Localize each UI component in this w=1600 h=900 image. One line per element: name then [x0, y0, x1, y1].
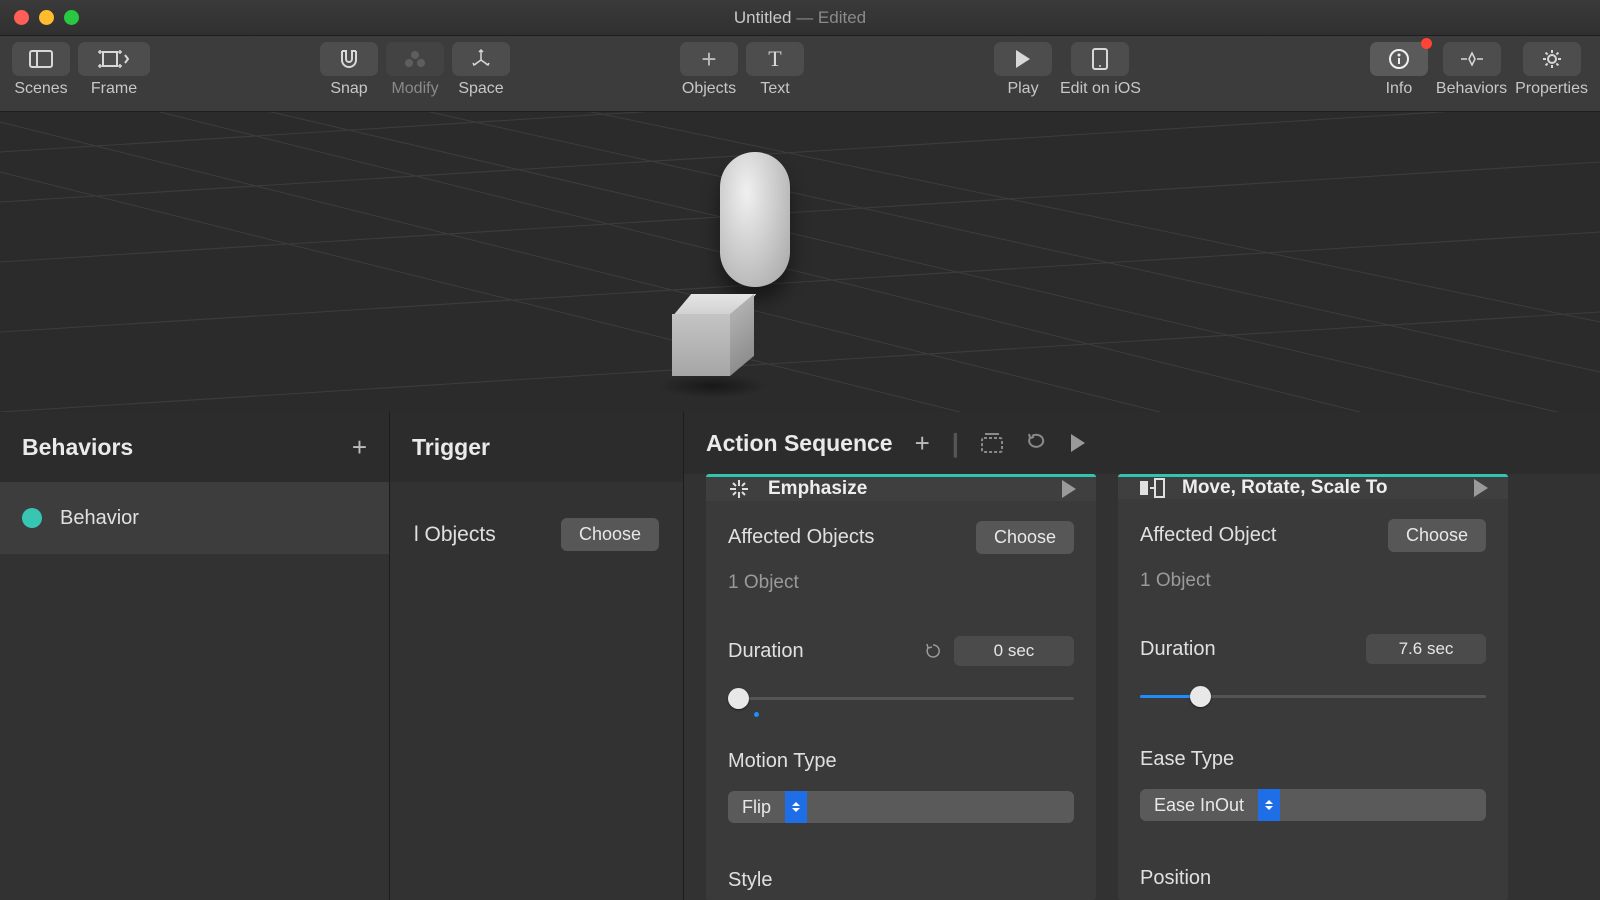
- properties-button[interactable]: [1523, 42, 1581, 76]
- snap-label: Snap: [330, 80, 367, 98]
- objects-label: Objects: [682, 80, 736, 98]
- behavior-item[interactable]: Behavior: [0, 482, 389, 554]
- modify-label: Modify: [391, 80, 438, 98]
- affected-count: 1 Object: [1140, 570, 1486, 592]
- behavior-color-dot: [22, 508, 42, 528]
- ease-type-value: Ease InOut: [1140, 795, 1258, 816]
- space-label: Space: [458, 80, 503, 98]
- duration-label: Duration: [728, 640, 804, 663]
- trigger-affected-label: l Objects: [414, 523, 496, 547]
- trigger-panel-header: Trigger: [390, 412, 683, 482]
- modify-button: [386, 42, 444, 76]
- action-card-move-rotate-scale: Move, Rotate, Scale To Affected Object C…: [1118, 474, 1508, 900]
- 3d-viewport[interactable]: [0, 112, 1600, 412]
- duration-value[interactable]: 7.6 sec: [1366, 634, 1486, 664]
- scenes-label: Scenes: [14, 80, 67, 98]
- select-arrows-icon: [785, 791, 807, 823]
- card-title: Move, Rotate, Scale To: [1182, 477, 1388, 499]
- magnet-icon: [338, 48, 360, 70]
- snap-button[interactable]: [320, 42, 378, 76]
- motion-type-label: Motion Type: [728, 750, 1074, 773]
- space-button[interactable]: [452, 42, 510, 76]
- behaviors-icon: [1459, 49, 1485, 69]
- properties-label: Properties: [1515, 80, 1588, 98]
- behaviors-title: Behaviors: [22, 434, 133, 461]
- edit-ios-button[interactable]: [1071, 42, 1129, 76]
- info-label: Info: [1386, 80, 1413, 98]
- reset-icon[interactable]: [924, 642, 942, 660]
- bottom-panels: Behaviors + Behavior Trigger l Objects C…: [0, 412, 1600, 900]
- objects-button[interactable]: +: [680, 42, 738, 76]
- play-icon: [1016, 50, 1030, 68]
- preview-play-button[interactable]: [1071, 434, 1085, 452]
- separator: |: [952, 428, 959, 459]
- play-button[interactable]: [994, 42, 1052, 76]
- info-button[interactable]: [1370, 42, 1428, 76]
- trigger-panel: Trigger l Objects Choose: [390, 412, 684, 900]
- info-badge: [1421, 38, 1432, 49]
- transform-icon: [1138, 477, 1166, 499]
- space-icon: [469, 48, 493, 70]
- behaviors-label: Behaviors: [1436, 80, 1507, 98]
- affected-objects-label: Affected Objects: [728, 526, 874, 549]
- edit-ios-label: Edit on iOS: [1060, 80, 1141, 98]
- card-play-button[interactable]: [1474, 479, 1488, 497]
- window-titlebar: Untitled — Edited: [0, 0, 1600, 36]
- action-sequence-header: Action Sequence + |: [684, 412, 1600, 474]
- style-label: Style: [728, 869, 1074, 892]
- window-title: Untitled — Edited: [0, 8, 1600, 28]
- behaviors-button[interactable]: [1443, 42, 1501, 76]
- scenes-icon: [29, 50, 53, 68]
- behaviors-panel-header: Behaviors +: [0, 412, 389, 482]
- behavior-item-label: Behavior: [60, 507, 139, 530]
- duration-label: Duration: [1140, 638, 1216, 661]
- duration-value[interactable]: 0 sec: [954, 636, 1074, 666]
- info-icon: [1388, 48, 1410, 70]
- document-name: Untitled: [734, 8, 792, 27]
- grid-background: [0, 112, 1600, 412]
- loop-icon[interactable]: [1025, 433, 1049, 453]
- text-icon: T: [768, 46, 781, 72]
- trigger-title: Trigger: [412, 434, 490, 461]
- ease-type-label: Ease Type: [1140, 748, 1486, 771]
- add-behavior-button[interactable]: +: [352, 432, 367, 463]
- main-toolbar: Scenes Frame Snap Modify Space: [0, 36, 1600, 112]
- play-label: Play: [1007, 80, 1038, 98]
- ease-type-select[interactable]: Ease InOut: [1140, 789, 1486, 821]
- choose-affected-button[interactable]: Choose: [976, 521, 1074, 554]
- emphasize-icon: [726, 477, 752, 501]
- modify-icon: [403, 49, 427, 69]
- scenes-button[interactable]: [12, 42, 70, 76]
- card-title: Emphasize: [768, 478, 867, 500]
- motion-type-value: Flip: [728, 797, 785, 818]
- frame-icon: [97, 49, 131, 69]
- group-icon[interactable]: [981, 433, 1003, 453]
- duration-slider[interactable]: [728, 688, 1074, 708]
- gear-icon: [1541, 48, 1563, 70]
- action-sequence-panel: Action Sequence + | Emphasize: [684, 412, 1600, 900]
- text-button[interactable]: T: [746, 42, 804, 76]
- action-sequence-title: Action Sequence: [706, 430, 893, 457]
- text-label: Text: [760, 80, 789, 98]
- affected-count: 1 Object: [728, 572, 1074, 594]
- action-card-emphasize: Emphasize Affected Objects Choose 1 Obje…: [706, 474, 1096, 900]
- document-edited-suffix: — Edited: [791, 8, 866, 27]
- plus-icon: +: [701, 44, 716, 75]
- position-label: Position: [1140, 867, 1486, 890]
- trigger-choose-button[interactable]: Choose: [561, 518, 659, 551]
- duration-slider[interactable]: [1140, 686, 1486, 706]
- capsule-object[interactable]: [720, 152, 790, 287]
- motion-type-select[interactable]: Flip: [728, 791, 1074, 823]
- choose-affected-button[interactable]: Choose: [1388, 519, 1486, 552]
- frame-button[interactable]: [78, 42, 150, 76]
- cube-object[interactable]: [672, 294, 757, 379]
- card-play-button[interactable]: [1062, 480, 1076, 498]
- affected-object-label: Affected Object: [1140, 524, 1276, 547]
- behaviors-panel: Behaviors + Behavior: [0, 412, 390, 900]
- frame-label: Frame: [91, 80, 137, 98]
- phone-icon: [1092, 48, 1108, 70]
- add-action-button[interactable]: +: [915, 428, 930, 459]
- select-arrows-icon: [1258, 789, 1280, 821]
